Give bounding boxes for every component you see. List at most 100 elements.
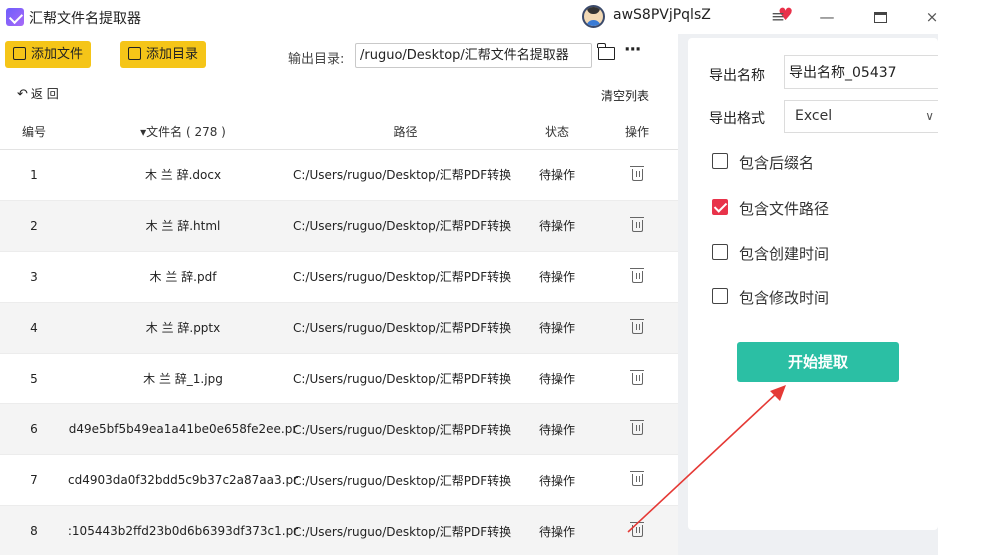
row-path: C:/Users/ruguo/Desktop/汇帮PDF转换 (293, 372, 512, 386)
trash-icon[interactable] (629, 471, 644, 487)
row-filename: 木 兰 辞.pdf (149, 270, 217, 285)
row-number: 5 (30, 371, 38, 386)
back-arrow-icon: ↶ (17, 87, 28, 102)
trash-icon[interactable] (629, 216, 644, 232)
output-directory-field[interactable]: /ruguo/Desktop/汇帮文件名提取器 (355, 43, 592, 68)
row-number: 3 (30, 269, 38, 284)
menu-icon[interactable]: ≡ (764, 3, 792, 31)
app-title: 汇帮文件名提取器 (29, 11, 141, 27)
add-file-label: 添加文件 (31, 47, 84, 62)
row-filename: d49e5bf5b49ea1a41be0e658fe2ee.pr (68, 422, 298, 437)
output-directory-label: 输出目录: (288, 52, 345, 67)
folder-add-icon (128, 47, 141, 60)
table-body: 1 木 兰 辞.docx C:/Users/ruguo/Desktop/汇帮PDF转… (0, 150, 678, 555)
title-bar: 汇帮文件名提取器 awS8PVjPqlsZ ♥ ≡ — × (0, 0, 938, 34)
row-filename: 木 兰 辞_1.jpg (143, 372, 223, 386)
checkbox-box (712, 288, 728, 304)
app-logo-icon (6, 8, 24, 26)
add-file-button[interactable]: 添加文件 (5, 41, 92, 68)
export-format-select[interactable]: Excel ∨ (784, 100, 938, 133)
row-filename: cd4903da0f32bdd5c9b37c2a87aa3.pr (68, 473, 298, 488)
trash-icon[interactable] (629, 267, 644, 283)
file-list-panel: 添加文件 添加目录 输出目录: /ruguo/Desktop/汇帮文件名提取器 … (0, 34, 678, 555)
row-action (596, 201, 678, 251)
trash-icon[interactable] (629, 165, 644, 181)
export-name-label: 导出名称 (709, 68, 765, 84)
export-name-input[interactable] (784, 55, 938, 89)
app-window: 汇帮文件名提取器 awS8PVjPqlsZ ♥ ≡ — × 添加文件 添加目录 … (0, 0, 982, 555)
add-directory-button[interactable]: 添加目录 (120, 41, 207, 68)
clear-list-button[interactable]: 清空列表 (601, 87, 649, 104)
row-path: C:/Users/ruguo/Desktop/汇帮PDF转换 (293, 321, 512, 336)
row-status: 待操作 (538, 372, 575, 386)
table-row[interactable]: 8:105443b2ffd23b0d6b6393df373c1.pr C:/Use… (0, 506, 678, 555)
header-path: 路径 (393, 125, 418, 139)
row-status: 待操作 (538, 168, 575, 183)
row-filename: 木 兰 辞.pptx (145, 321, 221, 336)
back-label: 返 回 (30, 87, 59, 101)
row-path: C:/Users/ruguo/Desktop/汇帮PDF转换 (293, 270, 512, 285)
header-status: 状态 (544, 125, 569, 139)
include-modified-time-label: 包含修改时间 (739, 289, 830, 307)
avatar[interactable] (582, 5, 605, 28)
row-path: C:/Users/ruguo/Desktop/汇帮PDF转换 (293, 524, 512, 539)
row-number: 4 (30, 320, 38, 335)
row-action (596, 404, 678, 454)
checkbox-box (712, 153, 728, 169)
row-action (596, 506, 678, 555)
row-status: 待操作 (538, 270, 575, 285)
row-path: C:/Users/ruguo/Desktop/汇帮PDF转换 (293, 168, 512, 183)
row-number: 8 (30, 524, 38, 539)
maximize-icon (873, 12, 887, 23)
row-path: C:/Users/ruguo/Desktop/汇帮PDF转换 (293, 422, 512, 437)
include-created-time-label: 包含创建时间 (739, 245, 830, 263)
table-row[interactable]: 6 d49e5bf5b49ea1a41be0e658fe2ee.pr C:/User… (0, 404, 678, 456)
table-row[interactable]: 2 木 兰 辞.html C:/Users/ruguo/Desktop/汇帮PDF转… (0, 200, 678, 252)
minimize-button[interactable]: — (813, 3, 841, 31)
row-number: 2 (30, 218, 38, 233)
header-number: 编号 (21, 125, 46, 139)
table-row[interactable]: 7 cd4903da0f32bdd5c9b37c2a87aa3.pr C:/User… (0, 455, 678, 507)
file-table: 编号 ▾文件名 ( 278 ) 路径 状态 操作 1 木 兰 辞.docx C:/U… (0, 114, 678, 555)
row-filename: 木 兰 辞.html (145, 219, 221, 234)
row-path: C:/Users/ruguo/Desktop/汇帮PDF转换 (293, 219, 512, 234)
chevron-down-icon: ∨ (925, 109, 934, 123)
row-status: 待操作 (538, 524, 575, 539)
trash-icon[interactable] (629, 420, 644, 436)
table-row[interactable]: 3 木 兰 辞.pdf C:/Users/ruguo/Desktop/汇帮PDF转换… (0, 252, 678, 303)
row-action (596, 354, 678, 404)
row-status: 待操作 (538, 422, 575, 437)
table-row[interactable]: 1 木 兰 辞.docx C:/Users/ruguo/Desktop/汇帮PDF转… (0, 150, 678, 201)
checkbox-box (712, 199, 728, 215)
row-number: 1 (30, 167, 38, 182)
row-path: C:/Users/ruguo/Desktop/汇帮PDF转换 (293, 473, 512, 488)
row-action (596, 150, 678, 200)
table-header: 编号 ▾文件名 ( 278 ) 路径 状态 操作 (0, 114, 678, 150)
maximize-button[interactable] (866, 3, 894, 31)
row-action (596, 303, 678, 353)
table-row[interactable]: 4 木 兰 辞.pptx C:/Users/ruguo/Desktop/汇帮PDF转… (0, 302, 678, 354)
close-button[interactable]: × (918, 3, 946, 31)
include-suffix-label: 包含后缀名 (739, 154, 815, 172)
row-action (596, 252, 678, 302)
row-filename: 木 兰 辞.docx (144, 168, 222, 183)
export-format-label: 导出格式 (709, 111, 765, 127)
user-name[interactable]: awS8PVjPqlsZ (613, 7, 711, 23)
include-path-label: 包含文件路径 (739, 200, 830, 218)
row-status: 待操作 (538, 473, 575, 488)
file-icon (13, 47, 26, 60)
header-action: 操作 (624, 125, 649, 139)
trash-icon[interactable] (629, 318, 644, 334)
start-extract-button[interactable]: 开始提取 (737, 342, 899, 382)
row-number: 6 (30, 422, 38, 437)
back-button[interactable]: ↶ 返 回 (17, 85, 59, 102)
more-options-icon[interactable]: ··· (624, 40, 641, 60)
header-filename-sort[interactable]: ▾文件名 ( 278 ) (68, 114, 298, 149)
export-format-value: Excel (795, 108, 833, 124)
trash-icon[interactable] (629, 369, 644, 385)
add-directory-label: 添加目录 (146, 47, 199, 62)
trash-icon[interactable] (629, 522, 644, 538)
table-row[interactable]: 5 木 兰 辞_1.jpg C:/Users/ruguo/Desktop/汇帮PDF… (0, 354, 678, 405)
row-action (596, 455, 678, 505)
folder-open-icon[interactable] (597, 43, 615, 60)
